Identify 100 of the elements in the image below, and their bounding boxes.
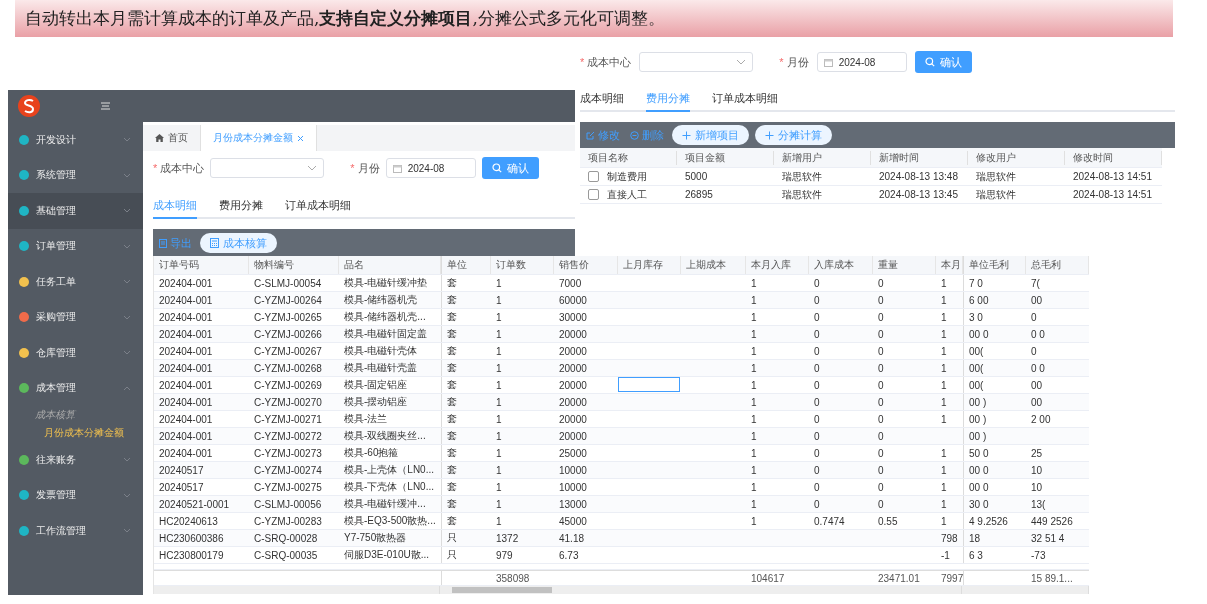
table-cell: 0: [814, 277, 820, 289]
table-cell: 202404-001: [159, 396, 213, 408]
table-cell: 套: [447, 480, 457, 494]
table-cell: 0: [814, 379, 820, 391]
sidebar-item[interactable]: 成本管理: [8, 370, 143, 406]
table-cell: 18: [969, 532, 981, 544]
table-cell: 6 00: [969, 294, 989, 306]
table-cell: 0: [878, 379, 884, 391]
month-field[interactable]: 2024-08: [816, 52, 907, 72]
checkbox[interactable]: [588, 171, 599, 182]
sidebar-item[interactable]: 采购管理: [8, 299, 143, 335]
month-field[interactable]: 2024-08: [385, 158, 476, 178]
table-cell: 1: [751, 379, 757, 391]
table-cell: 模具-下壳体（LN0...: [344, 480, 434, 494]
table-cell: C-YZMJ-00273: [254, 447, 322, 459]
total-cell: 358098: [496, 572, 530, 584]
sidebar-item[interactable]: 往来账务: [8, 442, 143, 478]
table-cell: 2024-08-13 14:51: [1073, 189, 1152, 200]
table-cell: 只: [447, 548, 457, 562]
table-cell: 模具-电磁针缓冲...: [344, 497, 426, 511]
table-cell: 00(: [969, 345, 984, 357]
table-cell: 13(: [1031, 498, 1046, 510]
table-cell: 1: [751, 515, 757, 527]
table-cell: 1: [941, 481, 947, 493]
table-cell: 00(: [969, 379, 984, 391]
close-icon[interactable]: [297, 134, 304, 142]
table-cell: 202404-001: [159, 362, 213, 374]
table-cell: 60000: [559, 294, 587, 306]
tab[interactable]: 成本明细: [580, 87, 624, 112]
table-cell: 1: [941, 447, 947, 459]
table-cell: 0 0: [1031, 328, 1045, 340]
table-cell: 7000: [559, 277, 582, 289]
checkbox[interactable]: [588, 189, 599, 200]
column-header: 项目金额: [677, 150, 774, 165]
sidebar-item[interactable]: 基础管理: [8, 193, 143, 229]
sidebar-item[interactable]: 仓库管理: [8, 335, 143, 371]
chevron-icon: [123, 172, 131, 178]
sidebar-item[interactable]: 开发设计: [8, 122, 143, 158]
table-cell: 模具-法兰: [344, 412, 388, 426]
table-cell: -1: [941, 549, 950, 561]
table-cell: 1: [496, 413, 502, 425]
cost-center-select[interactable]: [639, 52, 754, 72]
table-cell: 1: [941, 362, 947, 374]
table-cell: 1: [941, 379, 947, 391]
table-cell: 0: [814, 311, 820, 323]
chevron-icon: [123, 279, 131, 285]
search-icon: [924, 57, 935, 67]
chevron-icon: [123, 492, 131, 498]
table-cell: 伺服D3E-010U散...: [344, 548, 430, 562]
table-cell: C-YZMJ-00268: [254, 362, 322, 374]
table-cell: 套: [447, 395, 457, 409]
table-cell: 0: [814, 498, 820, 510]
chevron-icon: [123, 385, 131, 391]
home-icon: [155, 134, 164, 142]
table-cell: 0: [878, 294, 884, 306]
table-cell: 32 51 4: [1031, 532, 1065, 544]
table-cell: 模具-电磁针固定盖: [344, 327, 428, 341]
tab[interactable]: 订单成本明细: [712, 87, 778, 112]
sidebar-item[interactable]: 系统管理: [8, 157, 143, 193]
table-cell: 1: [496, 430, 502, 442]
cost-center-label: * 成本中心: [580, 54, 632, 70]
tab[interactable]: 订单成本明细: [285, 194, 351, 219]
menu-icon[interactable]: [101, 102, 110, 110]
sidebar-item[interactable]: 工作流管理: [8, 513, 143, 549]
table-cell: 1: [941, 498, 947, 510]
table-cell: 套: [447, 361, 457, 375]
table-cell: -73: [1031, 549, 1046, 561]
column-header: 订单数: [491, 256, 554, 274]
table-cell: 3 0: [969, 311, 983, 323]
cost-center-select[interactable]: [210, 158, 325, 178]
table-cell: 30000: [559, 311, 587, 323]
column-header: 品名: [339, 256, 441, 274]
table-cell: 00: [1031, 396, 1043, 408]
table-cell: 0.55: [878, 515, 898, 527]
table-cell: 套: [447, 293, 457, 307]
table-cell: 202404-001: [159, 447, 213, 459]
table-cell: 套: [447, 497, 457, 511]
sidebar-item[interactable]: 任务工单: [8, 264, 143, 300]
table-cell: 10000: [559, 464, 587, 476]
table-cell: 套: [447, 378, 457, 392]
table-cell: 0: [814, 396, 820, 408]
tab[interactable]: 费用分摊: [219, 194, 263, 219]
table-cell: C-YZMJ-00264: [254, 294, 322, 306]
chevron-icon: [736, 59, 747, 65]
focused-cell[interactable]: [618, 377, 680, 392]
table-cell: 25000: [559, 447, 587, 459]
table-cell: 449 2526: [1031, 515, 1073, 527]
table-cell: 套: [447, 310, 457, 324]
sidebar-item[interactable]: 订单管理: [8, 228, 143, 264]
table-cell: 202404-001: [159, 430, 213, 442]
table-cell: 00 ): [969, 430, 987, 442]
table-cell: 模具-EQ3-500散热...: [344, 514, 436, 528]
table-cell: 00: [1031, 379, 1043, 391]
sidebar-item[interactable]: 发票管理: [8, 477, 143, 513]
table-cell: 只: [447, 531, 457, 545]
chevron-icon: [307, 165, 318, 171]
table-cell: 1: [751, 311, 757, 323]
table-cell: 模具-储纬器机壳: [344, 293, 418, 307]
sidebar-subitem[interactable]: 月份成本分摊金额: [8, 424, 143, 442]
table-cell: 0: [878, 311, 884, 323]
